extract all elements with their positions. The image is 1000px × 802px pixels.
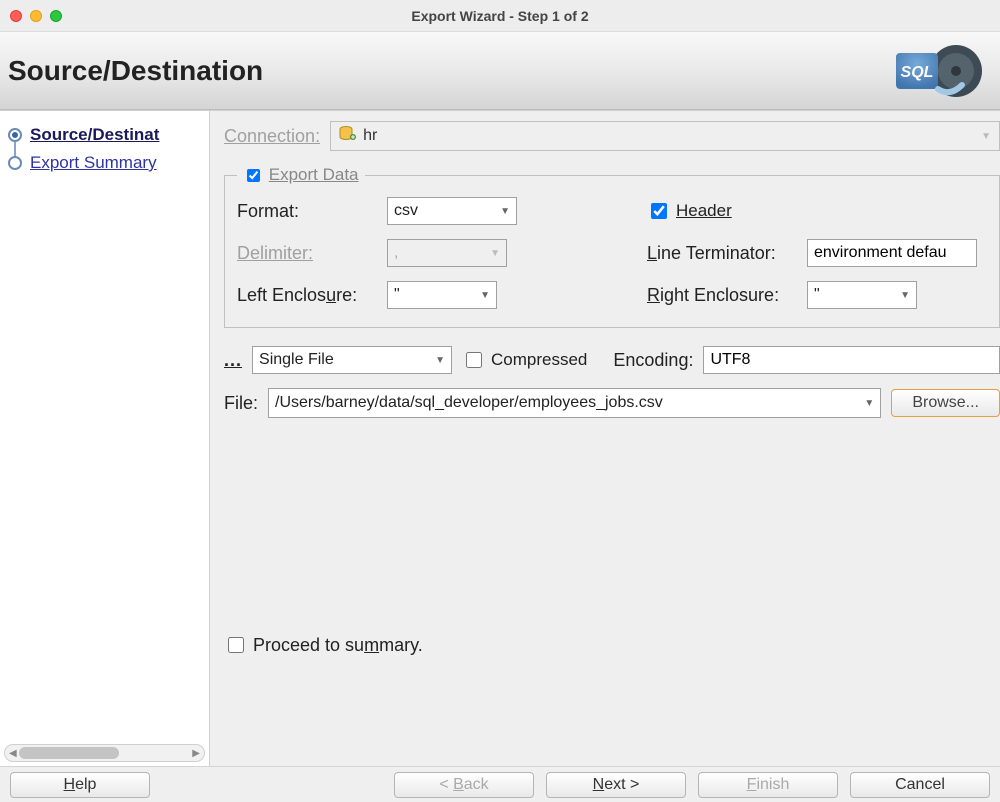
wizard-footer: Help < Back Next > Finish Cancel — [0, 766, 1000, 802]
line-terminator-label: Line Terminator: — [647, 243, 807, 264]
scroll-right-arrow-icon[interactable]: ▶ — [188, 748, 204, 759]
step-bullet-icon — [8, 156, 22, 170]
step-label: Source/Destinat — [30, 125, 159, 145]
step-bullet-icon — [8, 128, 22, 142]
connection-select[interactable]: hr ▼ — [330, 121, 1000, 151]
step-export-summary[interactable]: Export Summary — [2, 149, 207, 177]
banner-artwork: SQL — [866, 39, 986, 103]
format-select[interactable]: csv ▼ — [387, 197, 517, 225]
save-as-select[interactable]: Single File ▼ — [252, 346, 452, 374]
proceed-label: Proceed to summary. — [253, 635, 423, 656]
compressed-checkbox-row: Compressed — [462, 349, 587, 371]
chevron-down-icon: ▼ — [864, 398, 874, 409]
help-button[interactable]: Help — [10, 772, 150, 798]
right-enclosure-value: " — [814, 286, 820, 304]
left-enclosure-label: Left Enclosure: — [237, 285, 387, 306]
next-button[interactable]: Next > — [546, 772, 686, 798]
delimiter-label: Delimiter: — [237, 243, 387, 264]
export-data-group: Export Data Format: csv ▼ Header Delimit… — [224, 165, 1000, 328]
export-data-checkbox[interactable] — [247, 169, 260, 182]
zoom-window-button[interactable] — [50, 10, 62, 22]
chevron-down-icon: ▼ — [480, 290, 490, 301]
titlebar: Export Wizard - Step 1 of 2 — [0, 0, 1000, 32]
encoding-label: Encoding: — [613, 350, 693, 371]
right-enclosure-label: Right Enclosure: — [647, 285, 807, 306]
cancel-button[interactable]: Cancel — [850, 772, 990, 798]
chevron-down-icon: ▼ — [500, 206, 510, 217]
proceed-checkbox[interactable] — [228, 637, 244, 653]
export-form: Connection: hr ▼ Export Data Format: csv — [210, 111, 1000, 766]
compressed-label: Compressed — [491, 350, 587, 370]
connection-value: hr — [363, 127, 969, 145]
close-window-button[interactable] — [10, 10, 22, 22]
finish-button[interactable]: Finish — [698, 772, 838, 798]
save-as-value: Single File — [259, 351, 334, 369]
format-label: Format: — [237, 201, 387, 222]
wizard-steps-sidebar: Source/Destinat Export Summary ◀ ▶ — [0, 111, 210, 766]
delimiter-value: , — [394, 244, 398, 262]
file-path-input[interactable]: /Users/barney/data/sql_developer/employe… — [268, 388, 881, 418]
encoding-input[interactable] — [703, 346, 1000, 374]
export-data-label: Export Data — [269, 165, 359, 184]
export-data-legend: Export Data — [237, 165, 365, 185]
back-button[interactable]: < Back — [394, 772, 534, 798]
chevron-down-icon: ▼ — [490, 248, 500, 259]
header-checkbox[interactable] — [651, 203, 667, 219]
file-label: File: — [224, 393, 258, 414]
window-controls — [10, 10, 62, 22]
proceed-checkbox-row: Proceed to summary. — [224, 634, 423, 656]
file-path-value: /Users/barney/data/sql_developer/employe… — [275, 394, 858, 412]
database-icon — [339, 125, 357, 148]
chevron-down-icon: ▼ — [900, 290, 910, 301]
step-source-destination[interactable]: Source/Destinat — [2, 121, 207, 149]
line-terminator-input[interactable] — [807, 239, 977, 267]
browse-button[interactable]: Browse... — [891, 389, 1000, 417]
minimize-window-button[interactable] — [30, 10, 42, 22]
save-as-label: ... — [224, 350, 242, 371]
right-enclosure-select[interactable]: " ▼ — [807, 281, 917, 309]
window-title: Export Wizard - Step 1 of 2 — [0, 8, 1000, 24]
sidebar-horizontal-scrollbar[interactable]: ◀ ▶ — [4, 744, 205, 762]
scrollbar-thumb[interactable] — [19, 747, 119, 759]
chevron-down-icon: ▼ — [981, 131, 991, 142]
chevron-down-icon: ▼ — [435, 355, 445, 366]
header-label: Header — [676, 201, 732, 221]
left-enclosure-select[interactable]: " ▼ — [387, 281, 497, 309]
delimiter-select: , ▼ — [387, 239, 507, 267]
page-title: Source/Destination — [8, 55, 263, 87]
svg-text:SQL: SQL — [901, 64, 934, 81]
compressed-checkbox[interactable] — [466, 352, 482, 368]
wizard-banner: Source/Destination SQL — [0, 32, 1000, 110]
left-enclosure-value: " — [394, 286, 400, 304]
step-label: Export Summary — [30, 153, 157, 173]
connection-label: Connection: — [224, 126, 320, 147]
format-value: csv — [394, 202, 418, 220]
header-checkbox-row: Header — [647, 200, 807, 222]
